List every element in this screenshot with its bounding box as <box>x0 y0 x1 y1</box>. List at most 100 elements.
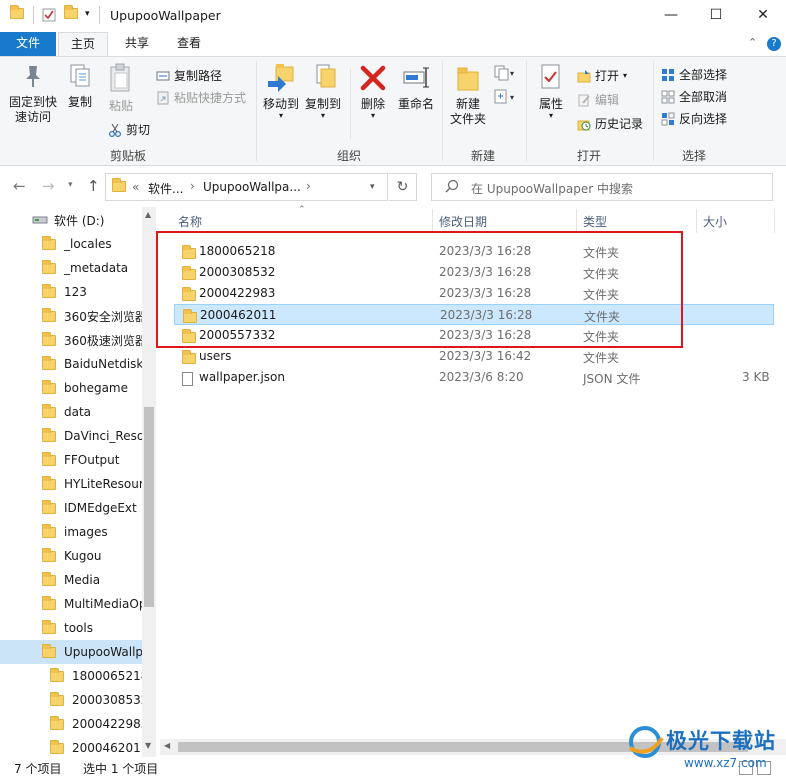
delete-button[interactable]: 删除 ▾ <box>356 63 390 120</box>
nav-item-label: FFOutput <box>64 453 120 467</box>
properties-button[interactable]: 属性 ▾ <box>533 63 569 120</box>
select-none-button[interactable]: 全部取消 <box>661 88 727 105</box>
divider <box>432 209 433 233</box>
folder-icon <box>42 307 56 322</box>
recent-locations-icon[interactable]: ▾ <box>68 180 73 190</box>
new-folder-button[interactable]: 新建 文件夹 <box>448 63 488 127</box>
scroll-left-icon[interactable]: ◀ <box>164 741 170 750</box>
tab-file[interactable]: 文件 <box>0 32 56 56</box>
clipboard-group-label: 剪贴板 <box>110 149 147 163</box>
file-row[interactable]: users 2023/3/3 16:42 文件夹 <box>174 346 774 367</box>
nav-item[interactable]: 2000462011 <box>0 736 142 757</box>
tab-home[interactable]: 主页 <box>58 32 108 56</box>
address-bar[interactable]: « 软件... › UpupooWallpa... › ▾ <box>105 173 388 201</box>
breadcrumb-separator[interactable]: › <box>190 179 195 193</box>
nav-item[interactable]: BaiduNetdisk <box>0 352 142 376</box>
nav-item[interactable]: FFOutput <box>0 448 142 472</box>
folder-icon <box>42 259 56 274</box>
folder-icon <box>42 571 56 586</box>
scroll-up-icon[interactable]: ▲ <box>145 210 151 219</box>
back-arrow-icon[interactable]: ← <box>13 177 26 195</box>
nav-item[interactable]: bohegame <box>0 376 142 400</box>
properties-check-icon[interactable] <box>42 8 56 22</box>
breadcrumb-separator[interactable]: › <box>306 179 311 193</box>
nav-item[interactable]: tools <box>0 616 142 640</box>
address-row: ← → ▾ ↑ « 软件... › UpupooWallpa... › ▾ ↻ … <box>0 167 786 205</box>
nav-item[interactable]: Kugou <box>0 544 142 568</box>
minimize-button[interactable]: — <box>648 0 694 30</box>
nav-item[interactable]: _metadata <box>0 256 142 280</box>
move-to-button[interactable]: 移动到 ▾ <box>262 63 300 120</box>
pin-quick-access-button[interactable]: 固定到快 速访问 <box>6 63 60 125</box>
nav-item[interactable]: MultiMediaOp <box>0 592 142 616</box>
breadcrumb-overflow[interactable]: « <box>132 180 139 194</box>
folder-icon <box>42 475 56 490</box>
rename-button[interactable]: 重命名 <box>396 63 436 112</box>
nav-item[interactable]: IDMEdgeExt <box>0 496 142 520</box>
new-group-label: 新建 <box>471 149 496 163</box>
nav-item[interactable]: images <box>0 520 142 544</box>
copy-to-button[interactable]: 复制到 ▾ <box>304 63 342 120</box>
new-folder-quick-icon[interactable] <box>64 5 78 22</box>
easy-access-icon[interactable]: ▾ <box>494 89 518 108</box>
nav-item[interactable]: 软件 (D:) <box>0 208 142 232</box>
ribbon: 固定到快 速访问 复制 粘贴 复制路径 粘贴快捷方式 剪切 剪贴板 移动到 ▾ … <box>0 56 786 166</box>
nav-item-label: 360极速浏览器 <box>64 333 142 348</box>
breadcrumb-drive[interactable]: 软件... <box>148 180 183 197</box>
paste-shortcut-icon <box>156 91 170 105</box>
sort-ascending-icon: ⌃ <box>298 205 306 215</box>
tab-view[interactable]: 查看 <box>164 32 214 56</box>
chevron-up-icon[interactable]: ⌃ <box>748 36 757 49</box>
copy-path-button[interactable]: 复制路径 <box>156 67 222 84</box>
column-header-date[interactable]: 修改日期 <box>439 213 487 230</box>
file-row[interactable]: wallpaper.json 2023/3/6 8:20 JSON 文件 3 KB <box>174 367 774 388</box>
nav-item-label: MultiMediaOp <box>64 597 142 611</box>
address-dropdown-icon[interactable]: ▾ <box>370 182 375 192</box>
nav-item[interactable]: 2000308532 <box>0 688 142 712</box>
nav-item[interactable]: Media <box>0 568 142 592</box>
copy-icon <box>70 64 90 87</box>
nav-scroll-thumb[interactable] <box>144 407 154 607</box>
copy-button[interactable]: 复制 <box>64 63 96 110</box>
up-arrow-icon[interactable]: ↑ <box>87 177 100 195</box>
nav-item[interactable]: UpupooWallp <box>0 640 142 664</box>
nav-item[interactable]: _locales <box>0 232 142 256</box>
breadcrumb-current[interactable]: UpupooWallpa... <box>203 180 301 194</box>
nav-scrollbar[interactable]: ▲ ▼ <box>142 207 156 757</box>
help-icon[interactable]: ? <box>767 37 781 51</box>
nav-item[interactable]: data <box>0 400 142 424</box>
refresh-button[interactable]: ↻ <box>389 173 417 201</box>
close-button[interactable]: ✕ <box>740 0 786 30</box>
select-all-button[interactable]: 全部选择 <box>661 66 727 83</box>
forward-arrow-icon[interactable]: → <box>42 177 55 195</box>
column-header-name[interactable]: 名称 <box>178 213 202 230</box>
column-header-type[interactable]: 类型 <box>583 213 607 230</box>
nav-item[interactable]: 360安全浏览器 <box>0 304 142 328</box>
search-input[interactable]: 在 UpupooWallpaper 中搜索 <box>431 173 773 201</box>
nav-item[interactable]: 123 <box>0 280 142 304</box>
nav-item[interactable]: 360极速浏览器 <box>0 328 142 352</box>
nav-item[interactable]: HYLiteResour <box>0 472 142 496</box>
invert-selection-button[interactable]: 反向选择 <box>661 110 727 127</box>
nav-item[interactable]: 1800065218 <box>0 664 142 688</box>
paste-button[interactable]: 粘贴 <box>103 63 139 114</box>
nav-item-label: 2000422983 <box>72 717 142 731</box>
open-button[interactable]: 打开 ▾ <box>577 67 627 84</box>
history-button[interactable]: 历史记录 <box>577 115 643 132</box>
dropdown-arrow-icon: ▾ <box>370 111 375 120</box>
paste-shortcut-button[interactable]: 粘贴快捷方式 <box>156 89 246 106</box>
customize-qa-icon[interactable]: ▾ <box>85 9 90 19</box>
title-bar: ▾ UpupooWallpaper — ☐ ✕ <box>0 0 786 32</box>
maximize-button[interactable]: ☐ <box>693 0 739 30</box>
nav-item[interactable]: DaVinci_Reso <box>0 424 142 448</box>
nav-item[interactable]: 2000422983 <box>0 712 142 736</box>
new-item-icon[interactable]: ▾ <box>494 65 518 84</box>
scroll-down-icon[interactable]: ▼ <box>145 741 151 750</box>
edit-button[interactable]: 编辑 <box>577 91 619 108</box>
divider <box>653 61 654 161</box>
watermark-logo <box>628 726 664 758</box>
column-header-size[interactable]: 大小 <box>703 213 727 230</box>
cut-button[interactable]: 剪切 <box>108 121 150 138</box>
divider <box>99 6 100 24</box>
tab-share[interactable]: 共享 <box>112 32 162 56</box>
